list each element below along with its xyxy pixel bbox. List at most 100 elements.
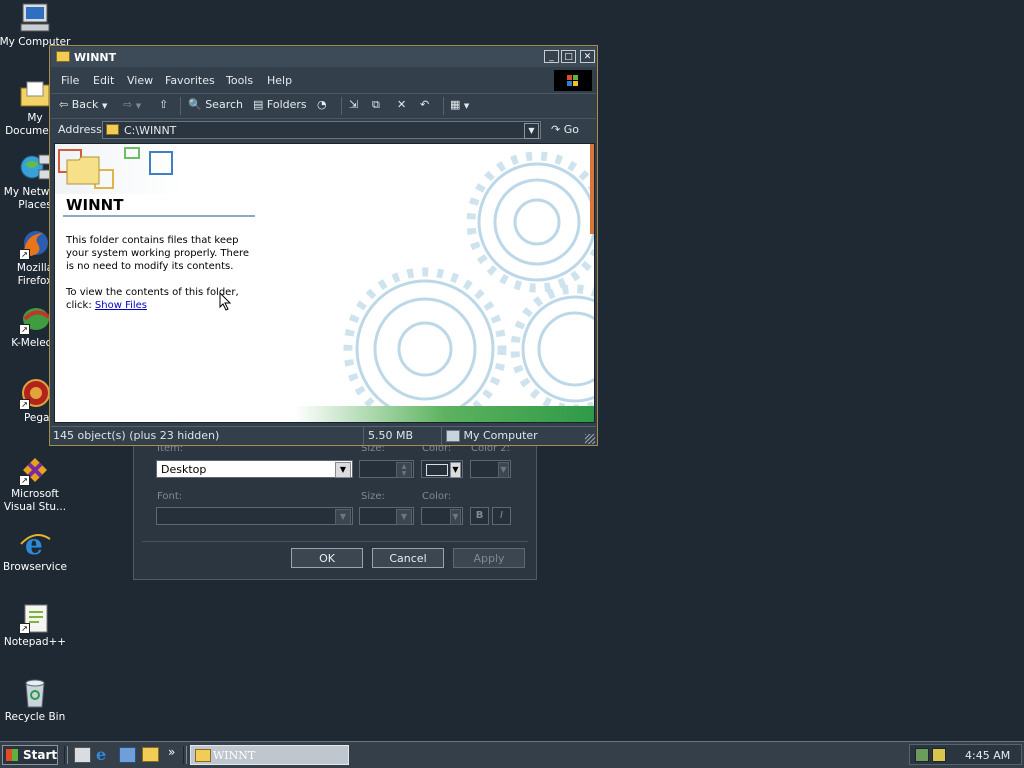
desktop-icon-browservice[interactable]: e Browservice — [0, 527, 73, 574]
chevron-down-icon: ▼ — [101, 102, 108, 110]
close-button[interactable]: ✕ — [580, 50, 595, 63]
visual-studio-icon: ↗ — [19, 454, 51, 486]
undo-icon[interactable]: ↶ — [420, 98, 429, 111]
security-tray-icon[interactable] — [932, 748, 946, 762]
address-label: Address — [58, 123, 102, 136]
instruction-text: To view the contents of this folder, cli… — [66, 287, 239, 311]
desktop-icon-my-computer[interactable]: My Computer — [0, 2, 73, 49]
folder-icon — [106, 124, 119, 135]
desktop-icon-label: Microsoft Visual Stu... — [3, 488, 67, 513]
folder-icon — [56, 51, 70, 62]
network-tray-icon[interactable] — [915, 748, 929, 762]
show-desktop-icon[interactable] — [74, 747, 91, 763]
menu-favorites[interactable]: Favorites — [165, 74, 215, 87]
quick-launch-separator — [64, 746, 68, 764]
explorer-icon[interactable] — [142, 747, 159, 762]
toolbar-separator — [180, 97, 181, 115]
desktop-icon-recycle-bin[interactable]: Recycle Bin — [0, 677, 73, 724]
quick-launch-chevron[interactable]: » — [168, 745, 175, 759]
search-icon: 🔍 — [188, 98, 202, 111]
start-button[interactable]: Start — [2, 745, 58, 765]
desktop-icon-visual-studio[interactable]: ↗ Microsoft Visual Stu... — [0, 454, 73, 514]
address-input[interactable]: C:\WINNT ▼ — [102, 121, 541, 139]
font-color-picker[interactable]: ▼ — [421, 507, 463, 525]
chevron-down-icon[interactable]: ▼ — [498, 462, 509, 478]
shortcut-arrow-icon: ↗ — [19, 623, 30, 634]
internet-explorer-icon: e — [19, 527, 51, 561]
windows-logo-icon — [554, 70, 592, 91]
ok-button[interactable]: OK — [291, 548, 363, 568]
font-select[interactable]: ▼ — [156, 507, 353, 525]
font-caption: Font: — [157, 491, 183, 502]
cancel-button[interactable]: Cancel — [372, 548, 444, 568]
clock[interactable]: 4:45 AM — [965, 749, 1010, 762]
spin-arrows-icon[interactable]: ▲ ▼ — [396, 462, 412, 478]
title-bar[interactable]: WINNT _ □ ✕ — [51, 47, 596, 67]
chevron-down-icon[interactable]: ▼ — [524, 123, 539, 139]
menu-bar: File Edit View Favorites Tools Help — [51, 69, 596, 91]
color-picker[interactable]: ▼ — [421, 460, 463, 478]
views-button[interactable]: ▦ ▼ — [450, 98, 469, 111]
network-places-icon — [19, 152, 51, 184]
font-size-select[interactable]: ▼ — [359, 507, 414, 525]
size-stepper[interactable]: ▲ ▼ — [359, 460, 414, 478]
shortcut-arrow-icon: ↗ — [19, 475, 30, 486]
copy-to-icon[interactable]: ⧉ — [372, 98, 380, 112]
system-tray: 4:45 AM — [909, 744, 1022, 765]
taskbar: Start e » WINNT 4:45 AM — [0, 741, 1024, 768]
outlook-express-icon[interactable] — [119, 747, 136, 763]
task-separator — [183, 746, 187, 764]
status-bar: 145 object(s) (plus 23 hidden) 5.50 MB M… — [51, 426, 596, 445]
go-arrow-icon: ↷ — [551, 123, 561, 136]
font-size-caption: Size: — [361, 491, 385, 502]
delete-icon[interactable]: ✕ — [397, 98, 406, 111]
menu-view[interactable]: View — [127, 74, 153, 87]
color-swatch — [426, 464, 448, 476]
desktop-icon-notepad-plus-plus[interactable]: ↗ Notepad++ — [0, 602, 73, 649]
address-bar: Address C:\WINNT ▼ ↷ Go — [51, 118, 596, 141]
internet-explorer-icon[interactable]: e — [96, 745, 106, 764]
folder-up-icon[interactable]: ⇧ — [159, 98, 168, 111]
appearance-dialog: Item: Size: Color: Color 2: Desktop ▼ ▲ ▼… — [133, 440, 537, 580]
menu-file[interactable]: File — [61, 74, 79, 87]
start-label: Start — [23, 748, 58, 762]
minimize-button[interactable]: _ — [544, 50, 559, 63]
search-button[interactable]: 🔍 Search — [188, 98, 243, 111]
k-meleon-icon: ↗ — [19, 303, 51, 335]
window-title: WINNT — [74, 51, 117, 64]
move-to-icon[interactable]: ⇲ — [349, 98, 358, 111]
folders-label: Folders — [266, 98, 307, 111]
italic-toggle[interactable]: I — [492, 507, 511, 525]
back-button[interactable]: ⇦ Back ▼ — [59, 98, 107, 111]
shortcut-arrow-icon: ↗ — [19, 249, 30, 260]
bold-toggle[interactable]: B — [470, 507, 489, 525]
taskbar-item-winnt[interactable]: WINNT — [190, 745, 349, 765]
chevron-down-icon[interactable]: ▼ — [396, 509, 412, 525]
folders-button[interactable]: ▤ Folders — [253, 98, 307, 111]
status-object-count: 145 object(s) (plus 23 hidden) — [53, 429, 220, 442]
chevron-down-icon[interactable]: ▼ — [450, 509, 461, 525]
menu-tools[interactable]: Tools — [226, 74, 253, 87]
menu-edit[interactable]: Edit — [93, 74, 114, 87]
desktop-icon-label: Notepad++ — [3, 636, 67, 648]
notepad-plus-plus-icon: ↗ — [19, 602, 51, 634]
chevron-down-icon[interactable]: ▼ — [450, 462, 461, 478]
forward-button[interactable]: ⇨ ▼ — [123, 98, 141, 111]
chevron-down-icon: ▼ — [463, 102, 470, 110]
firefox-icon: ↗ — [19, 228, 51, 260]
resize-grip-icon[interactable] — [585, 434, 595, 444]
taskbar-item-label: WINNT — [213, 749, 256, 762]
history-icon[interactable]: ◔ — [317, 98, 327, 111]
apply-button[interactable]: Apply — [453, 548, 525, 568]
back-label: Back — [71, 98, 99, 111]
menu-help[interactable]: Help — [267, 74, 292, 87]
show-files-link[interactable]: Show Files — [95, 300, 147, 311]
folder-content-pane: WINNT This folder contains files that ke… — [54, 143, 595, 423]
go-button[interactable]: ↷ Go — [551, 123, 579, 136]
item-select[interactable]: Desktop ▼ — [156, 460, 353, 478]
chevron-down-icon[interactable]: ▼ — [335, 462, 351, 478]
chevron-down-icon[interactable]: ▼ — [335, 509, 351, 525]
maximize-button[interactable]: □ — [561, 50, 576, 63]
color2-picker[interactable]: ▼ — [470, 460, 511, 478]
pegasus-icon: ↗ — [19, 378, 51, 410]
